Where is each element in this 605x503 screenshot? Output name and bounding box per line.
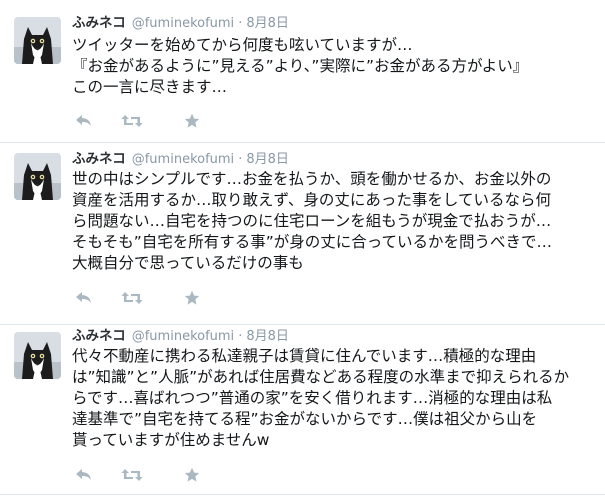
author-handle[interactable]: @fuminekofumi xyxy=(132,329,234,344)
retweet-button[interactable] xyxy=(120,465,144,485)
tweet-timestamp[interactable]: 8月8日 xyxy=(246,329,289,344)
next-tweet-edge xyxy=(0,494,605,503)
reply-button[interactable] xyxy=(72,288,96,308)
favorite-button[interactable] xyxy=(180,465,204,485)
tweet-header: ふみネコ @fuminekofumi · 8月8日 xyxy=(72,150,289,168)
header-separator: · xyxy=(238,329,243,344)
tweet-text-line: は”知識”と”人脈”があれば住居費などある程度の水準まで抑えられるか xyxy=(72,368,570,386)
tweet-text-line: そもそも”自宅を所有する事”が身の丈に合っているかを問うべきで… xyxy=(72,233,552,251)
tweet[interactable]: ふみネコ @fuminekofumi · 8月8日 世の中はシンプルです…お金を払うか… xyxy=(0,142,605,324)
tweet[interactable]: ふみネコ @fuminekofumi · 8月8日 代々不動産に携わる私達親子は賃貸に… xyxy=(0,324,605,494)
tweet-text: 世の中はシンプルです…お金を払うか、頭を働かせるか、お金以外の 資産を活用するか… xyxy=(72,169,592,274)
author-handle[interactable]: @fuminekofumi xyxy=(132,152,234,167)
tweet-text: ツイッターを始めてから何度も呟いていますが… 『お金があるように”見える”より、… xyxy=(72,35,592,98)
tweet-text-line: 貰っていますが住めませんw xyxy=(72,431,270,449)
header-separator: · xyxy=(238,152,243,167)
author-name[interactable]: ふみネコ xyxy=(72,151,126,167)
tweet-text-line: 世の中はシンプルです…お金を払うか、頭を働かせるか、お金以外の xyxy=(72,170,552,188)
reply-button[interactable] xyxy=(72,465,96,485)
author-name[interactable]: ふみネコ xyxy=(72,328,126,344)
timeline: ふみネコ @fuminekofumi · 8月8日 ツイッターを始めてから何度も呟いて… xyxy=(0,0,605,503)
retweet-button[interactable] xyxy=(120,111,144,131)
header-separator: · xyxy=(238,16,243,31)
avatar[interactable] xyxy=(14,332,61,379)
avatar[interactable] xyxy=(14,153,61,200)
tweet-text-line: この一言に尽きます… xyxy=(72,78,228,96)
reply-icon xyxy=(76,115,91,126)
author-handle[interactable]: @fuminekofumi xyxy=(132,16,234,31)
tweet[interactable]: ふみネコ @fuminekofumi · 8月8日 ツイッターを始めてから何度も呟いて… xyxy=(0,0,605,142)
tweet-timestamp[interactable]: 8月8日 xyxy=(246,152,289,167)
retweet-icon xyxy=(121,292,143,304)
tweet-header: ふみネコ @fuminekofumi · 8月8日 xyxy=(72,327,289,345)
tweet-timestamp[interactable]: 8月8日 xyxy=(246,16,289,31)
cat-avatar-image xyxy=(14,17,61,64)
favorite-button[interactable] xyxy=(180,111,204,131)
reply-button[interactable] xyxy=(72,111,96,131)
tweet-text-line: ツイッターを始めてから何度も呟いていますが… xyxy=(72,36,413,54)
tweet-text-line: らです…喜ばれつつ”普通の家”を安く借りれます…消極的な理由は私 xyxy=(72,389,553,407)
retweet-icon xyxy=(121,115,143,127)
tweet-text-line: 代々不動産に携わる私達親子は賃貸に住んでいます…積極的な理由 xyxy=(72,347,537,365)
tweet-text-line: 資産を活用するか…取り敢えず、身の丈にあった事をしているなら何 xyxy=(72,191,551,209)
favorite-button[interactable] xyxy=(180,288,204,308)
author-name[interactable]: ふみネコ xyxy=(72,15,126,31)
tweet-text-line: 達基準で”自宅を持てる程”お金がないからです…僕は祖父から山を xyxy=(72,410,538,428)
avatar[interactable] xyxy=(14,17,61,64)
tweet-text-line: 『お金があるように”見える”より、”実際に”お金がある方がよい』 xyxy=(72,57,529,75)
reply-icon xyxy=(76,469,91,480)
star-icon xyxy=(184,113,200,128)
cat-avatar-image xyxy=(14,153,61,200)
tweet-header: ふみネコ @fuminekofumi · 8月8日 xyxy=(72,14,289,32)
cat-avatar-image xyxy=(14,332,61,379)
retweet-button[interactable] xyxy=(120,288,144,308)
retweet-icon xyxy=(121,469,143,481)
star-icon xyxy=(184,290,200,305)
reply-icon xyxy=(76,292,91,303)
star-icon xyxy=(184,467,200,482)
tweet-text-line: 大概自分で思っているだけの事も xyxy=(72,254,304,272)
tweet-text: 代々不動産に携わる私達親子は賃貸に住んでいます…積極的な理由 は”知識”と”人脈… xyxy=(72,346,592,451)
tweet-text-line: ら問題ない…自宅を持つのに住宅ローンを組もうが現金で払おうが… xyxy=(72,212,552,230)
